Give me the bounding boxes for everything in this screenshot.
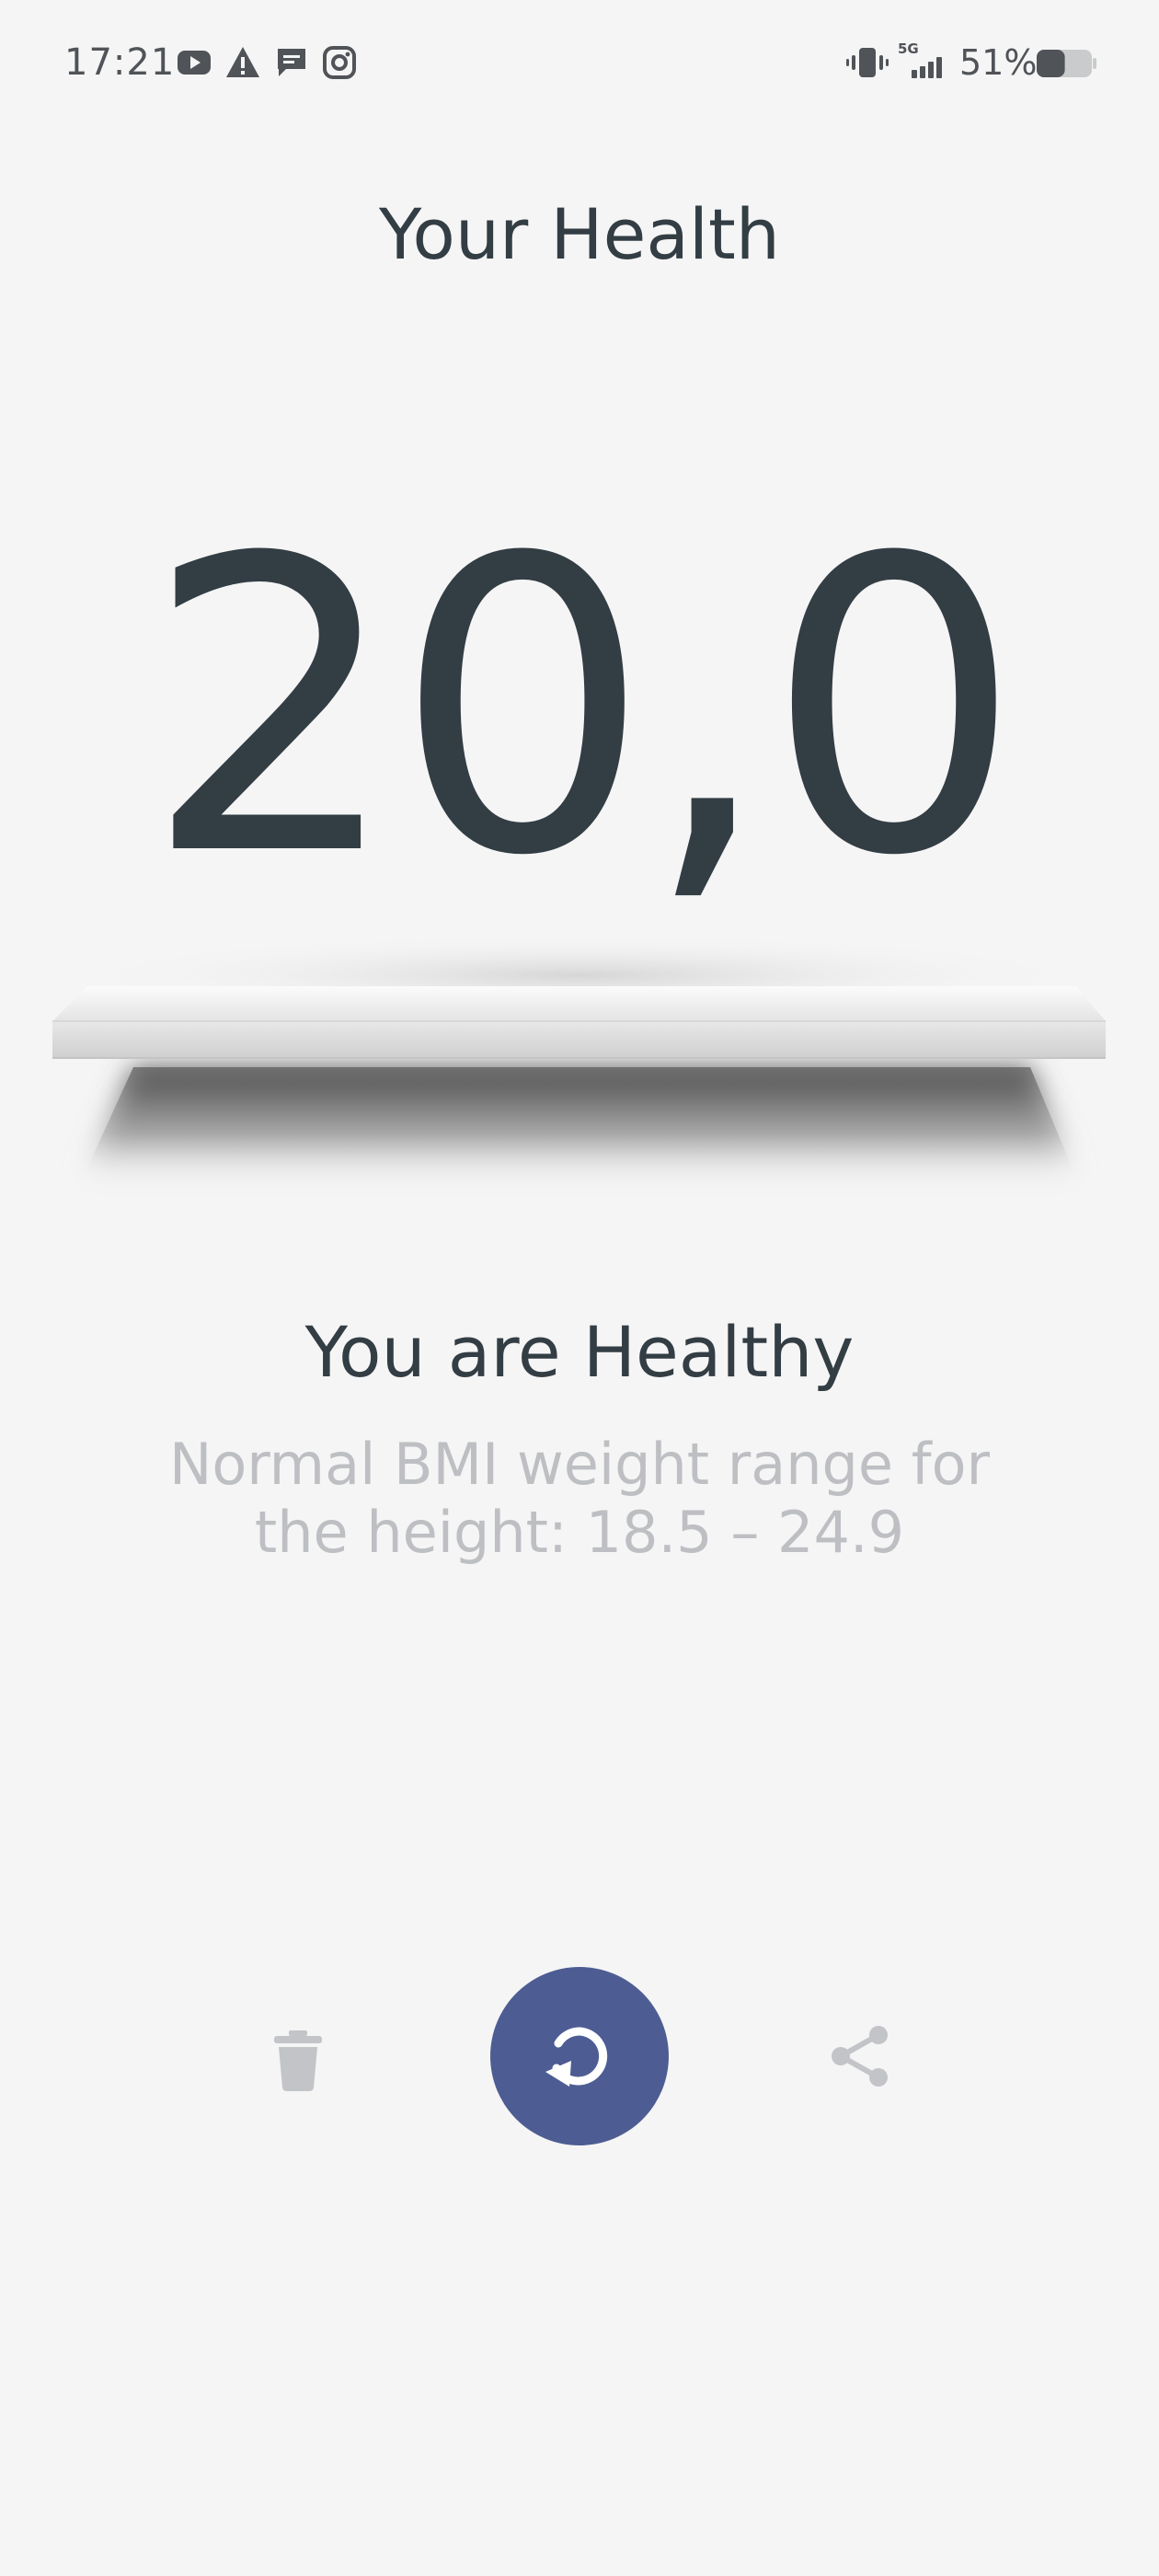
share-icon xyxy=(832,2026,888,2087)
status-bar: 17:21 5G 51% xyxy=(0,0,1159,120)
trash-icon xyxy=(274,2030,322,2091)
network-label: 5G xyxy=(898,40,919,57)
battery-icon xyxy=(1037,50,1096,77)
page-title: Your Health xyxy=(379,193,780,275)
youtube-icon xyxy=(178,51,211,75)
health-status-label: You are Healthy xyxy=(304,1311,855,1393)
delete-button[interactable] xyxy=(252,2015,344,2107)
bmi-value: 20,0 xyxy=(143,473,1023,944)
shelf-illustration xyxy=(52,934,1106,1187)
message-icon xyxy=(278,49,305,76)
warning-icon xyxy=(226,47,259,77)
instagram-icon xyxy=(323,46,356,79)
share-button[interactable] xyxy=(814,2010,906,2102)
recalculate-button[interactable] xyxy=(490,1967,669,2145)
status-time: 17:21 xyxy=(64,41,176,84)
signal-5g-icon: 5G xyxy=(898,40,942,78)
bmi-range-description: Normal BMI weight range for the height: … xyxy=(168,1431,991,1566)
refresh-icon xyxy=(545,2027,608,2087)
bmi-result-screen: 17:21 5G 51% Your Health 20,0 You are He… xyxy=(0,0,1159,2576)
battery-percentage: 51% xyxy=(959,42,1038,83)
vibrate-icon xyxy=(846,48,889,77)
